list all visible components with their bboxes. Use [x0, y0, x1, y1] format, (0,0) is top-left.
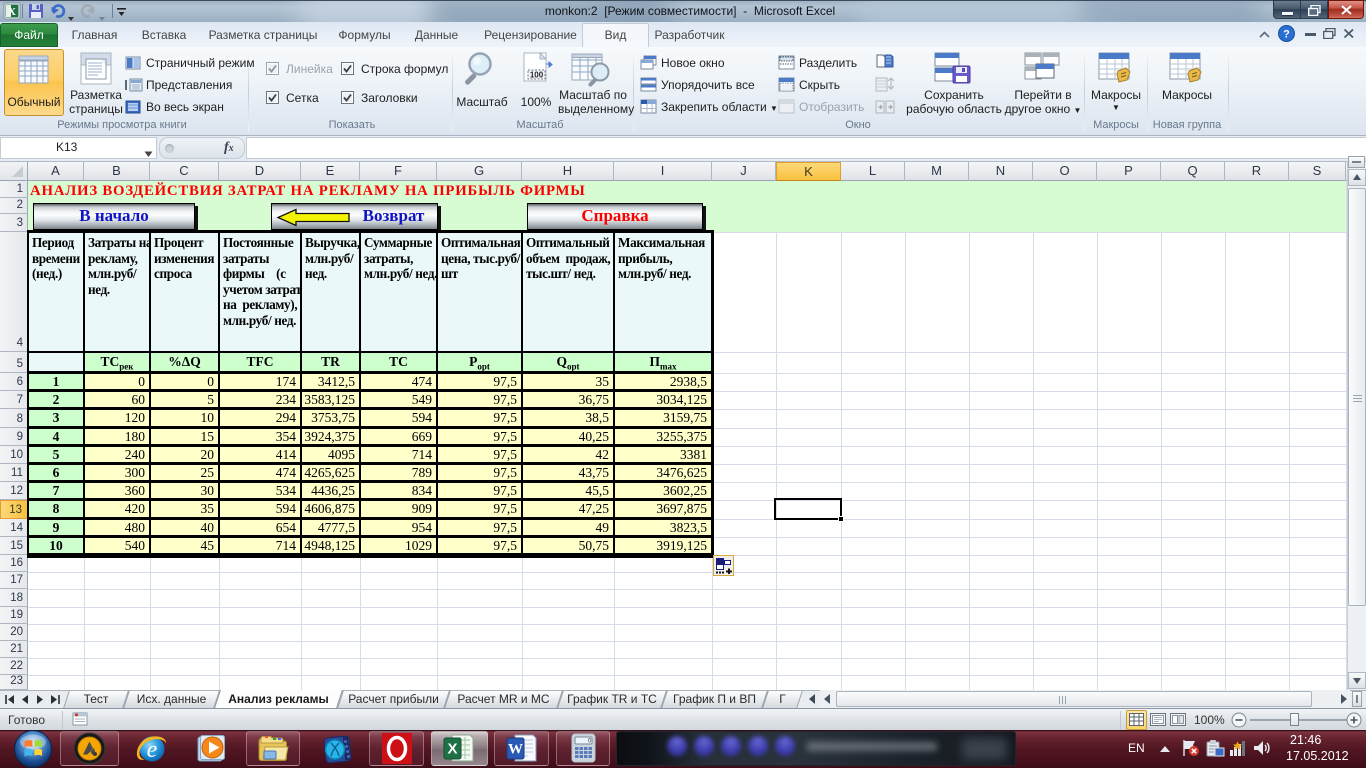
- svg-text:X: X: [447, 741, 457, 758]
- svg-text:W: W: [508, 742, 523, 758]
- svg-text:100: 100: [530, 71, 544, 80]
- svg-text:?: ?: [1283, 29, 1290, 41]
- svg-text:X: X: [8, 6, 16, 18]
